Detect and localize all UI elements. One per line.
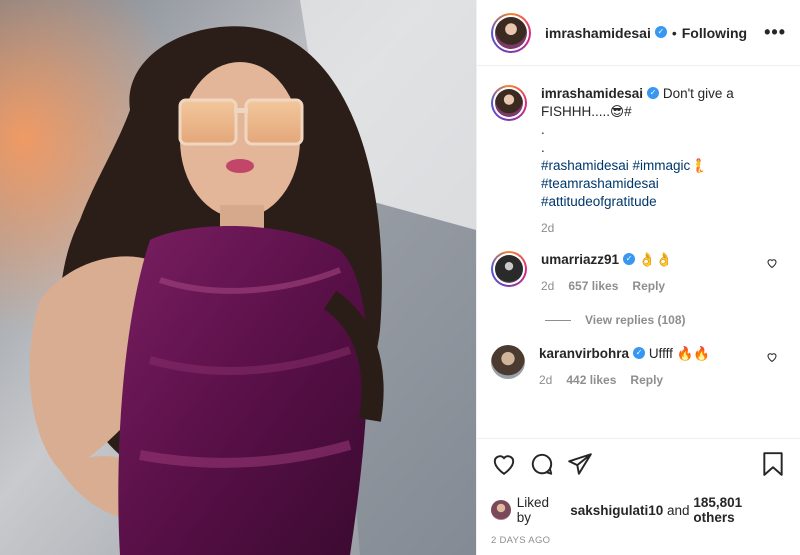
caption-dot: . (541, 122, 545, 137)
header-separator: • (671, 24, 677, 41)
comment-likes[interactable]: 657 likes (568, 277, 618, 295)
comment-age[interactable]: 2d (539, 371, 552, 389)
hashtag-link[interactable]: #attitudeofgratitude (541, 193, 786, 211)
following-button[interactable]: Following (682, 25, 747, 41)
liker-avatar[interactable] (491, 500, 511, 520)
comment-text: 👌👌 (638, 252, 673, 267)
more-options-icon[interactable]: ••• (764, 22, 786, 43)
verified-badge-icon: ✓ (633, 347, 646, 360)
comment-avatar[interactable] (491, 345, 525, 379)
hashtag-link[interactable]: #rashamidesai #immagic🧜 (541, 157, 786, 175)
comments-section: imrashamidesai ✓ Don't give a FISHHH.....… (477, 67, 800, 437)
others-count[interactable]: 185,801 others (693, 495, 786, 525)
post-details-panel: imrashamidesai ✓ • Following ••• imrasha… (476, 0, 800, 555)
hashtag-link[interactable]: #teamrashamidesai (541, 175, 786, 193)
action-bar (491, 451, 786, 477)
like-heart-icon[interactable] (491, 451, 517, 477)
post-header: imrashamidesai ✓ • Following ••• (477, 0, 800, 66)
post-timestamp[interactable]: 2 DAYS AGO (491, 535, 786, 546)
caption-username[interactable]: imrashamidesai (541, 86, 643, 101)
comment-row: karanvirbohra ✓ Uffff 🔥🔥 2d 442 likes Rep… (491, 345, 786, 389)
view-replies-label[interactable]: View replies (108) (585, 313, 686, 327)
caption-avatar[interactable] (491, 85, 527, 121)
reply-button[interactable]: Reply (632, 277, 665, 295)
post-actions: Liked by sakshigulati10 and 185,801 othe… (477, 438, 800, 546)
liked-by-and: and (667, 502, 690, 518)
liked-by-prefix: Liked by (516, 495, 550, 525)
avatar[interactable] (491, 12, 531, 53)
verified-badge-icon: ✓ (647, 87, 660, 100)
like-comment-heart-icon[interactable] (766, 257, 778, 269)
liked-by-user[interactable]: sakshigulati10 (570, 503, 663, 518)
comment-username[interactable]: karanvirbohra (539, 346, 629, 361)
replies-divider (545, 319, 571, 321)
caption: imrashamidesai ✓ Don't give a FISHHH.....… (491, 85, 786, 237)
verified-badge-icon: ✓ (654, 25, 667, 38)
view-replies-button[interactable]: View replies (108) (545, 313, 786, 327)
like-comment-heart-icon[interactable] (766, 351, 778, 363)
comment-bubble-icon[interactable] (529, 451, 555, 477)
portrait-photo-illustration (0, 0, 476, 555)
post-photo[interactable] (0, 0, 476, 555)
comment-likes[interactable]: 442 likes (566, 371, 616, 389)
comment-text: Uffff 🔥🔥 (648, 346, 711, 361)
comment-username[interactable]: umarriazz91 (541, 252, 619, 267)
header-username[interactable]: imrashamidesai (545, 25, 651, 41)
comment-age[interactable]: 2d (541, 277, 554, 295)
save-bookmark-icon[interactable] (760, 451, 786, 477)
likes-summary: Liked by sakshigulati10 and 185,801 othe… (491, 495, 786, 525)
verified-badge-icon: ✓ (623, 253, 636, 266)
comment-row: umarriazz91 ✓ 👌👌 2d 657 likes Reply (491, 251, 786, 295)
comment-avatar[interactable] (491, 251, 527, 287)
share-send-icon[interactable] (567, 451, 593, 477)
caption-age[interactable]: 2d (541, 219, 554, 237)
reply-button[interactable]: Reply (630, 371, 663, 389)
caption-dot: . (541, 140, 545, 155)
